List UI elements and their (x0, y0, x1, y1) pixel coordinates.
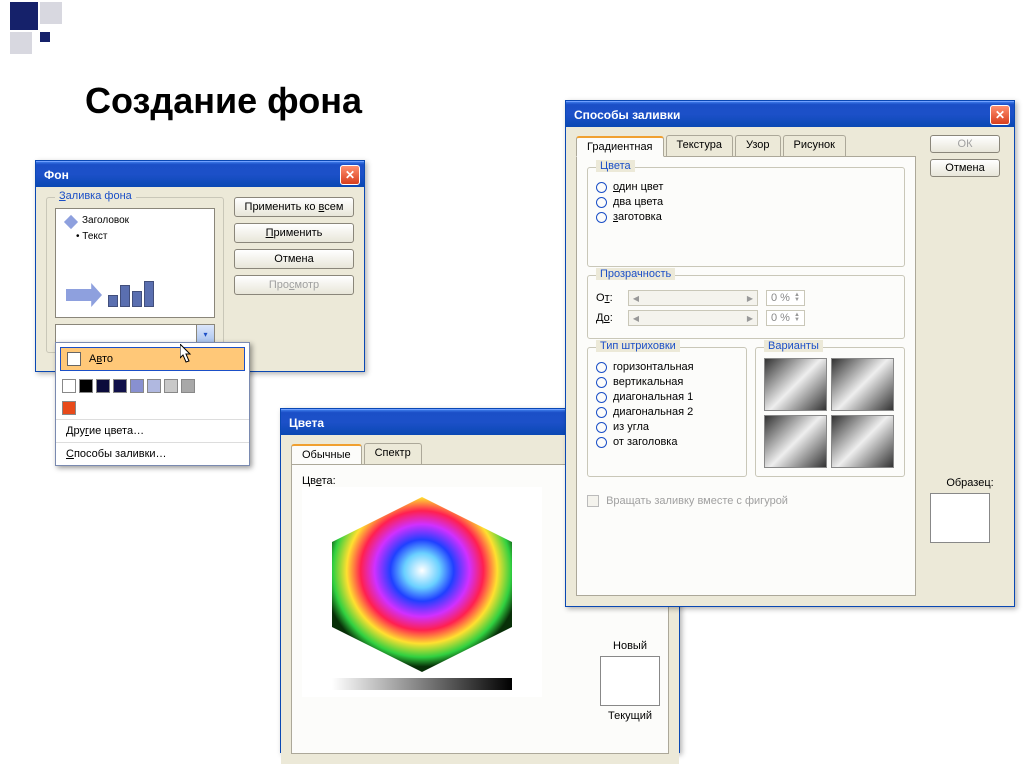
radio-shading-4[interactable]: из угла (596, 421, 738, 433)
color-swatch[interactable] (62, 401, 76, 415)
tab-standard[interactable]: Обычные (291, 444, 362, 465)
cancel-button[interactable]: Отмена (930, 159, 1000, 177)
from-percent-input[interactable]: 0 %▲▼ (766, 290, 805, 306)
radio-shading-1[interactable]: вертикальная (596, 376, 738, 388)
auto-color-label: Авто (89, 353, 113, 365)
tab-spectrum[interactable]: Спектр (364, 443, 422, 464)
radio-shading-5[interactable]: от заголовка (596, 436, 738, 448)
to-label: До: (596, 312, 620, 324)
variant-option[interactable] (764, 358, 827, 411)
groupbox-fill-label: Заливка фона (55, 190, 136, 202)
ok-button: ОК (930, 135, 1000, 153)
sample-preview (930, 493, 990, 543)
dialog-background-title: Фон (40, 168, 340, 182)
color-swatch[interactable] (130, 379, 144, 393)
dialog-fill-effects: Способы заливки ✕ ГрадиентнаяТекстураУзо… (565, 100, 1015, 607)
page-title: Создание фона (85, 80, 362, 122)
radio-shading-2[interactable]: диагональная 1 (596, 391, 738, 403)
dialog-fill-effects-title: Способы заливки (570, 108, 990, 122)
color-swatch[interactable] (147, 379, 161, 393)
from-label: От: (596, 292, 620, 304)
from-slider[interactable]: ◀▶ (628, 290, 758, 306)
radio-two-colors[interactable]: два цвета (596, 196, 896, 208)
variant-option[interactable] (831, 415, 894, 468)
color-palette-popup: Авто Другие цвета… Способы заливки… (55, 342, 250, 466)
fill-color-dropdown[interactable]: ▾ (55, 324, 215, 344)
radio-shading-0[interactable]: горизонтальная (596, 361, 738, 373)
new-color-label: Новый (600, 640, 660, 652)
to-slider[interactable]: ◀▶ (628, 310, 758, 326)
rotate-checkbox (587, 495, 599, 507)
color-swatch[interactable] (79, 379, 93, 393)
close-icon[interactable]: ✕ (340, 165, 360, 185)
groupbox-colors-label: Цвета (596, 160, 635, 172)
apply-button[interactable]: Применить (234, 223, 354, 243)
dialog-background: Фон ✕ Заливка фона Заголовок • Текст ▾ П… (35, 160, 365, 372)
slide-preview: Заголовок • Текст (55, 208, 215, 318)
tab-texture[interactable]: Текстура (666, 135, 733, 156)
cursor-icon (180, 344, 194, 364)
variant-option[interactable] (764, 415, 827, 468)
groupbox-shading-label: Тип штриховки (596, 340, 680, 352)
preview-button: Просмотр (234, 275, 354, 295)
current-color-label: Текущий (600, 710, 660, 722)
color-swatch[interactable] (96, 379, 110, 393)
more-colors-item[interactable]: Другие цвета… (56, 419, 249, 442)
tab-gradient[interactable]: Градиентная (576, 136, 664, 157)
apply-all-button[interactable]: Применить ко всем (234, 197, 354, 217)
auto-color-item[interactable]: Авто (60, 347, 245, 371)
color-swatch[interactable] (113, 379, 127, 393)
variant-grid (764, 358, 894, 468)
fill-effects-item[interactable]: Способы заливки… (56, 442, 249, 465)
radio-preset[interactable]: заготовка (596, 211, 896, 223)
chevron-down-icon[interactable]: ▾ (196, 325, 214, 343)
cancel-button[interactable]: Отмена (234, 249, 354, 269)
variant-option[interactable] (831, 358, 894, 411)
color-swatch[interactable] (62, 379, 76, 393)
sample-label: Образец: (930, 477, 1010, 489)
rotate-label: Вращать заливку вместе с фигурой (606, 495, 788, 507)
new-color-sample (600, 656, 660, 706)
tab-pattern[interactable]: Узор (735, 135, 781, 156)
tab-picture[interactable]: Рисунок (783, 135, 847, 156)
close-icon[interactable]: ✕ (990, 105, 1010, 125)
color-swatch[interactable] (181, 379, 195, 393)
groupbox-transparency-label: Прозрачность (596, 268, 675, 280)
radio-one-color[interactable]: один цвет (596, 181, 896, 193)
to-percent-input[interactable]: 0 %▲▼ (766, 310, 805, 326)
color-swatch[interactable] (164, 379, 178, 393)
color-hexagon-picker[interactable] (302, 487, 542, 697)
groupbox-variants-label: Варианты (764, 340, 823, 352)
radio-shading-3[interactable]: диагональная 2 (596, 406, 738, 418)
